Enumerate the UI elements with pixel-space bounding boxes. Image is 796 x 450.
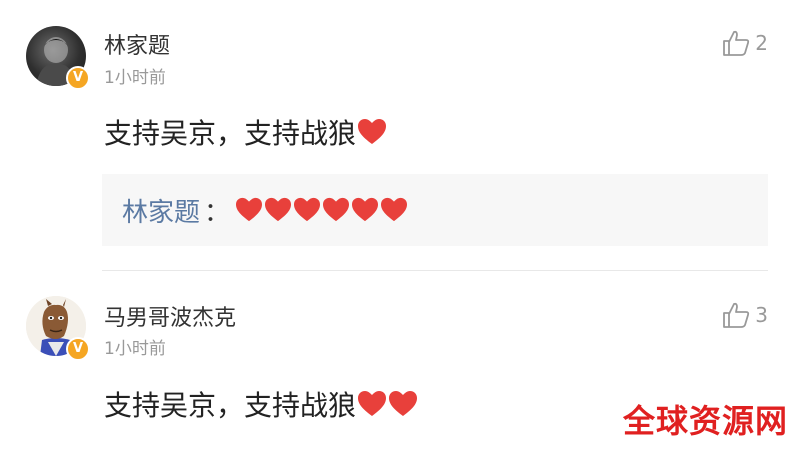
verified-badge-icon: V	[66, 337, 90, 361]
heart-emoji-icon	[381, 197, 408, 222]
heart-emoji-icon	[352, 197, 379, 222]
heart-emoji-icon	[358, 119, 387, 144]
comment-timestamp: 1小时前	[104, 68, 166, 88]
comment-text: 支持吴京，支持战狼	[104, 384, 418, 424]
heart-emoji-icon	[389, 391, 418, 416]
like-button[interactable]: 3	[721, 301, 768, 329]
comment-text: 支持吴京，支持战狼	[104, 112, 387, 152]
comment-username[interactable]: 马男哥波杰克	[104, 300, 236, 332]
like-button[interactable]: 2	[721, 29, 768, 57]
reply-colon: ：	[204, 197, 231, 228]
heart-emoji-icon	[323, 197, 350, 222]
comment-text-content: 支持吴京，支持战狼	[104, 117, 357, 150]
reply-box[interactable]: 林家题 ：	[102, 174, 768, 246]
like-count: 2	[755, 31, 768, 55]
comment-username[interactable]: 林家题	[104, 28, 170, 60]
heart-emoji-icon	[358, 391, 387, 416]
reply-username[interactable]: 林家题	[122, 192, 200, 229]
heart-emoji-icon	[236, 197, 263, 222]
thumbs-up-icon	[723, 30, 750, 56]
verified-badge-icon: V	[66, 66, 90, 90]
comment-item: V 林家题 1小时前 2 支持吴京，支持战狼 林家题 ：	[0, 0, 796, 270]
heart-emoji-icon	[265, 197, 292, 222]
comment-timestamp: 1小时前	[104, 339, 166, 359]
comment-text-content: 支持吴京，支持战狼	[104, 389, 357, 422]
reply-content	[234, 197, 408, 223]
thumbs-up-icon	[723, 302, 750, 328]
heart-emoji-icon	[294, 197, 321, 222]
like-count: 3	[755, 303, 768, 327]
watermark: 全球资源网	[622, 402, 788, 440]
